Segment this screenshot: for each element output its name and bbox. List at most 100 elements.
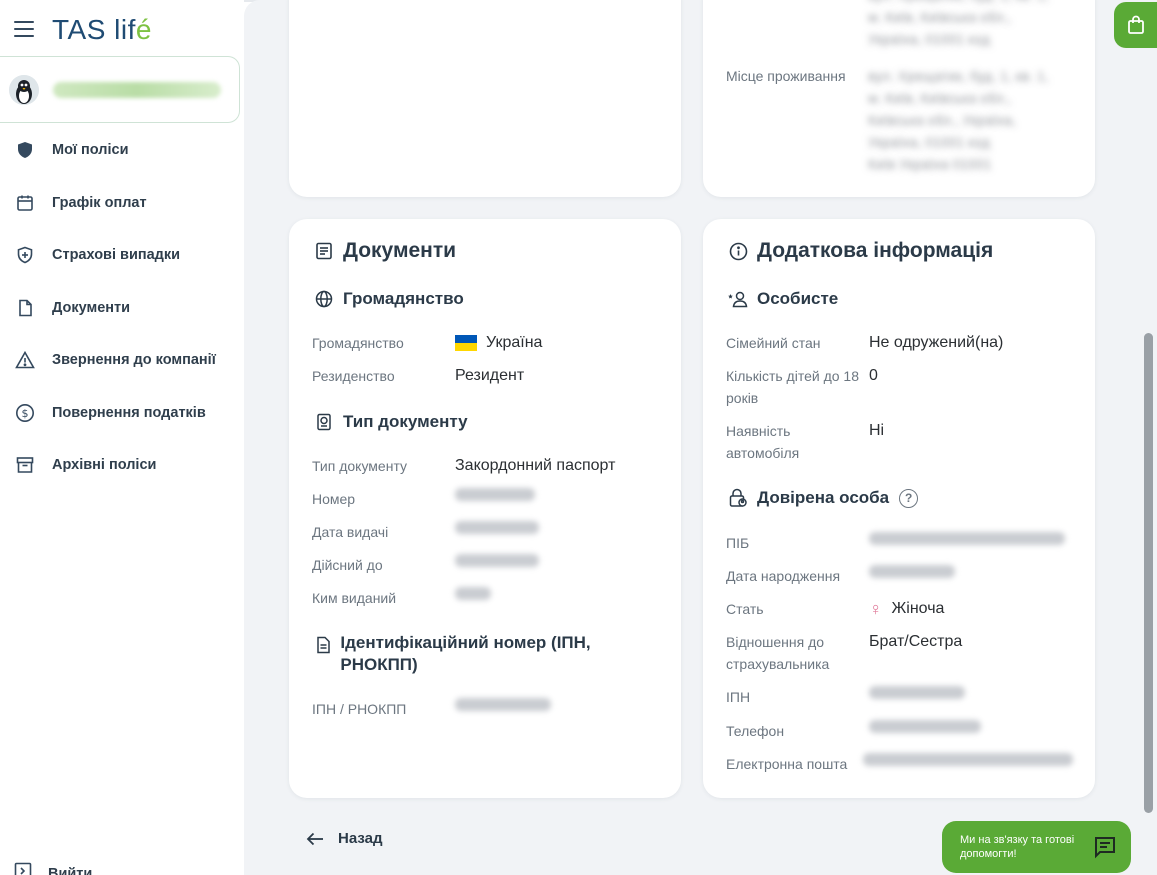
phone-value-blurred [869, 720, 981, 733]
support-chat-widget[interactable]: Ми на зв'язку та готові допомогти! [942, 821, 1131, 873]
sidebar-item-my-policies[interactable]: Мої поліси [0, 124, 244, 177]
sidebar-item-label: Документи [52, 299, 131, 316]
female-symbol-icon: ♀ [869, 599, 883, 619]
chat-widget-text: Ми на зв'язку та готові допомогти! [960, 834, 1075, 860]
pib-label: ПІБ [726, 535, 750, 551]
shield-filled-icon [14, 139, 36, 161]
personal-data-card [289, 0, 681, 197]
sidebar: TAS lifé Мої поліси Графік оплат Страхов… [0, 0, 244, 875]
logout-button[interactable]: Вийти [14, 862, 92, 875]
back-label: Назад [338, 830, 383, 847]
back-button[interactable]: Назад [306, 830, 382, 847]
sidebar-item-tax-refund[interactable]: $ Повернення податків [0, 387, 244, 440]
citizenship-label: Громадянство [312, 335, 404, 351]
car-ownership-label: Наявність автомобіля [726, 423, 800, 461]
document-icon [313, 634, 332, 656]
ipn-value-blurred [455, 698, 551, 711]
valid-until-value-blurred [455, 554, 539, 567]
trusted-person-subtitle: Довірена особа ? [727, 487, 919, 509]
page-scrollbar[interactable] [1144, 333, 1153, 813]
shield-plus-icon [14, 244, 36, 266]
issued-by-value-blurred [455, 587, 491, 600]
issue-date-value-blurred [455, 521, 539, 534]
help-question-icon[interactable]: ? [899, 488, 919, 508]
additional-info-card: Додаткова інформація Особисте Сімейний с… [703, 219, 1095, 798]
documents-title: Документи [313, 239, 456, 263]
calendar-icon [14, 192, 36, 214]
pib-value-blurred [869, 532, 1065, 545]
sidebar-item-payment-schedule[interactable]: Графік оплат [0, 177, 244, 230]
info-circle-icon [727, 240, 749, 262]
user-name-blurred [53, 81, 221, 98]
doc-type-value: Закордонний паспорт [455, 457, 616, 474]
ukraine-flag-icon [455, 335, 477, 351]
email-value-blurred [863, 753, 1073, 766]
sidebar-item-label: Архівні поліси [52, 457, 157, 474]
blurred-residence-value: вул. Хрещатик, буд. 1, кв. 1, м. Київ, Ки… [868, 68, 1049, 172]
chat-bubble-icon [1093, 835, 1117, 864]
document-lines-icon [313, 240, 335, 262]
passport-icon [313, 411, 335, 433]
relation-label: Відношення до страхувальника [726, 634, 830, 672]
archive-icon [14, 454, 36, 476]
sidebar-item-company-requests[interactable]: Звернення до компанії [0, 334, 244, 387]
children-count-value: 0 [869, 367, 878, 384]
gender-label: Стать [726, 601, 764, 617]
tas-life-logo[interactable]: TAS lifé [52, 14, 152, 46]
sidebar-item-label: Звернення до компанії [52, 352, 216, 369]
doc-type-label: Тип документу [312, 458, 408, 474]
phone-label: Телефон [726, 723, 785, 739]
shopping-bag-button[interactable] [1114, 2, 1157, 48]
contact-data-card: вул. Хрещатик, буд. 1, кв. 1,м. Київ, Ки… [703, 0, 1095, 197]
blurred-address-top: вул. Хрещатик, буд. 1, кв. 1,м. Київ, Ки… [868, 0, 1049, 47]
warning-icon [14, 349, 36, 371]
sidebar-item-label: Графік оплат [52, 194, 147, 211]
documents-card: Документи Громадянство Громадянство Укра… [289, 219, 681, 798]
personal-subtitle: Особисте [727, 288, 838, 310]
issue-date-label: Дата видачі [312, 524, 389, 540]
lock-person-icon [727, 487, 749, 509]
file-icon [14, 297, 36, 319]
document-type-subtitle: Тип документу [313, 411, 468, 433]
marital-status-label: Сімейний стан [726, 335, 821, 351]
additional-info-title: Додаткова інформація [727, 239, 993, 263]
globe-icon [313, 288, 335, 310]
sidebar-item-label: Страхові випадки [52, 247, 181, 264]
user-profile-card[interactable] [0, 56, 240, 123]
number-label: Номер [312, 491, 356, 507]
number-value-blurred [455, 488, 535, 501]
sidebar-nav: Мої поліси Графік оплат Страхові випадки… [0, 124, 244, 492]
sidebar-item-archived-policies[interactable]: Архівні поліси [0, 439, 244, 492]
ipn-label: ІПН / РНОКПП [312, 701, 407, 717]
sidebar-item-label: Мої поліси [52, 142, 129, 159]
citizenship-value: Україна [455, 332, 542, 354]
svg-text:$: $ [22, 407, 29, 420]
main-content: вул. Хрещатик, буд. 1, кв. 1,м. Київ, Ки… [244, 0, 1157, 875]
person-star-icon [727, 288, 749, 310]
citizenship-subtitle: Громадянство [313, 288, 464, 310]
gender-value: ♀ Жіноча [869, 599, 945, 619]
valid-until-label: Дійсний до [312, 557, 383, 573]
sidebar-header: TAS lifé [0, 0, 244, 58]
marital-status-value: Не одружений(на) [869, 334, 1004, 351]
penguin-avatar-icon [9, 74, 39, 105]
trusted-ipn-label: ІПН [726, 689, 751, 705]
menu-hamburger-icon[interactable] [14, 21, 34, 37]
avatar [9, 74, 39, 105]
ipn-subtitle: Ідентифікаційний номер (ІПН, РНОКПП) [313, 632, 633, 676]
logout-icon [14, 862, 32, 875]
dollar-circle-icon: $ [14, 402, 36, 424]
car-ownership-value: Ні [869, 422, 885, 439]
children-count-label: Кількість дітей до 18 років [726, 368, 860, 406]
arrow-left-icon [306, 832, 324, 846]
issued-by-label: Ким виданий [312, 590, 397, 606]
residency-label: Резиденство [312, 368, 395, 384]
sidebar-item-label: Повернення податків [52, 404, 206, 421]
relation-value: Брат/Сестра [869, 633, 963, 650]
residence-label: Місце проживання [726, 68, 846, 84]
logout-label: Вийти [48, 865, 93, 875]
sidebar-item-documents[interactable]: Документи [0, 282, 244, 335]
trusted-ipn-value-blurred [869, 686, 965, 699]
sidebar-item-insurance-cases[interactable]: Страхові випадки [0, 229, 244, 282]
shopping-bag-icon [1128, 15, 1144, 34]
